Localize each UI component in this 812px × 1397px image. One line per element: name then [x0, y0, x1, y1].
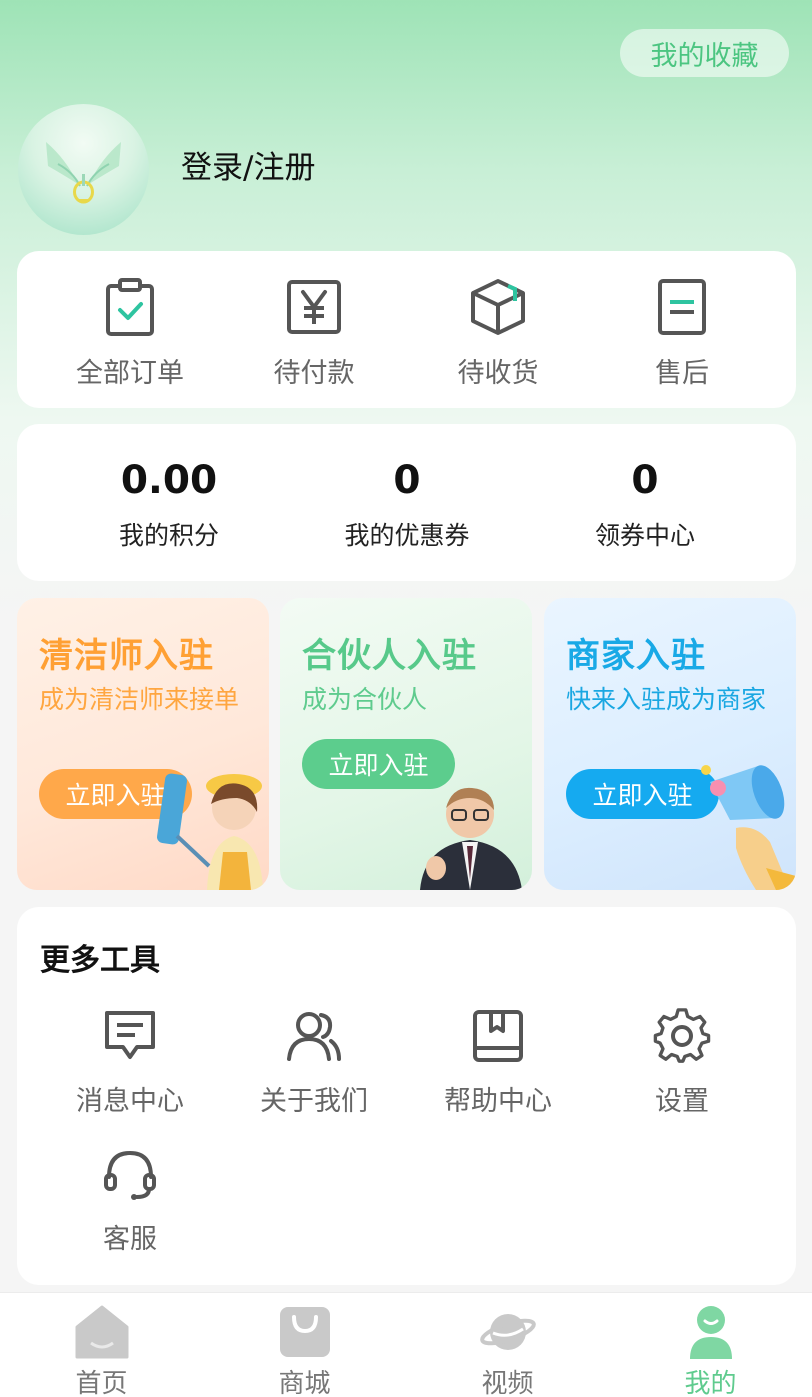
app-logo-icon [46, 142, 121, 204]
megaphone-illustration [701, 765, 796, 890]
pending-payment-button[interactable]: 待付款 [222, 251, 406, 408]
points-value: 0.00 [120, 458, 218, 503]
headset-icon [104, 1150, 156, 1200]
tab-mine[interactable]: 我的 [609, 1293, 812, 1397]
all-orders-button[interactable]: 全部订单 [38, 251, 222, 408]
cleaner-illustration [157, 773, 263, 890]
gear-icon [653, 1008, 711, 1063]
tab-home-label: 首页 [75, 1369, 128, 1397]
partner-join-card[interactable]: 合伙人入驻 成为合伙人 立即入驻 [280, 598, 532, 890]
help-center-label: 帮助中心 [444, 1086, 552, 1117]
cleaner-join-title: 清洁师入驻 [39, 636, 214, 676]
orders-card: 全部订单 待付款 待收货 售后 [17, 251, 796, 408]
tab-mall-label: 商城 [278, 1369, 331, 1397]
tab-mall[interactable]: 商城 [203, 1293, 406, 1397]
pending-receipt-button[interactable]: 待收货 [406, 251, 590, 408]
coupons-label: 我的优惠券 [344, 521, 470, 550]
merchant-join-card[interactable]: 商家入驻 快来入驻成为商家 立即入驻 [544, 598, 796, 890]
tab-video[interactable]: 视频 [406, 1293, 609, 1397]
cleaner-join-desc: 成为清洁师来接单 [39, 685, 240, 714]
tab-video-label: 视频 [481, 1369, 534, 1397]
settings-label: 设置 [655, 1086, 709, 1117]
yen-icon [287, 280, 341, 334]
book-icon [473, 1010, 523, 1062]
customer-service-button[interactable]: 客服 [38, 1145, 222, 1265]
tab-mine-label: 我的 [684, 1369, 737, 1397]
points-label: 我的积分 [118, 521, 219, 550]
login-register-link[interactable]: 登录/注册 [181, 142, 315, 187]
help-center-button[interactable]: 帮助中心 [406, 1007, 590, 1127]
message-icon [105, 1011, 155, 1059]
message-center-button[interactable]: 消息中心 [38, 1007, 222, 1127]
package-icon [471, 279, 525, 335]
all-orders-label: 全部订单 [76, 358, 184, 389]
avatar[interactable] [18, 104, 149, 235]
users-icon [287, 1012, 341, 1061]
document-icon [658, 279, 706, 335]
more-tools-title: 更多工具 [40, 943, 160, 978]
home-icon [75, 1305, 128, 1359]
tab-home[interactable]: 首页 [0, 1293, 203, 1397]
customer-service-label: 客服 [103, 1224, 157, 1255]
stats-card: 0.00 我的积分 0 我的优惠券 0 领券中心 [17, 424, 796, 581]
planet-icon [479, 1314, 536, 1350]
user-icon [689, 1306, 732, 1359]
about-us-button[interactable]: 关于我们 [222, 1007, 406, 1127]
pending-payment-label: 待付款 [273, 358, 355, 389]
merchant-join-title: 商家入驻 [566, 636, 706, 676]
coupon-center-value: 0 [631, 458, 659, 503]
bottom-tab-bar: 首页 商城 视频 我的 [0, 1292, 812, 1397]
shopping-bag-icon [279, 1307, 330, 1357]
after-sales-button[interactable]: 售后 [590, 251, 774, 408]
clipboard-check-icon [106, 278, 154, 336]
about-us-label: 关于我们 [260, 1086, 368, 1117]
message-center-label: 消息中心 [76, 1086, 184, 1117]
partner-join-title: 合伙人入驻 [302, 636, 477, 676]
merchant-join-desc: 快来入驻成为商家 [566, 685, 767, 714]
cleaner-join-card[interactable]: 清洁师入驻 成为清洁师来接单 立即入驻 [17, 598, 269, 890]
after-sales-label: 售后 [655, 358, 709, 389]
pending-receipt-label: 待收货 [457, 358, 539, 389]
my-favorites-button[interactable]: 我的收藏 [620, 29, 789, 77]
settings-button[interactable]: 设置 [590, 1007, 774, 1127]
more-tools-card: 更多工具 消息中心 关于我们 帮助中心 设置 客服 [17, 907, 796, 1285]
coupons-value: 0 [393, 458, 421, 503]
partner-illustration [420, 787, 522, 890]
coupon-center-label: 领券中心 [594, 521, 695, 550]
partner-join-desc: 成为合伙人 [302, 685, 428, 714]
